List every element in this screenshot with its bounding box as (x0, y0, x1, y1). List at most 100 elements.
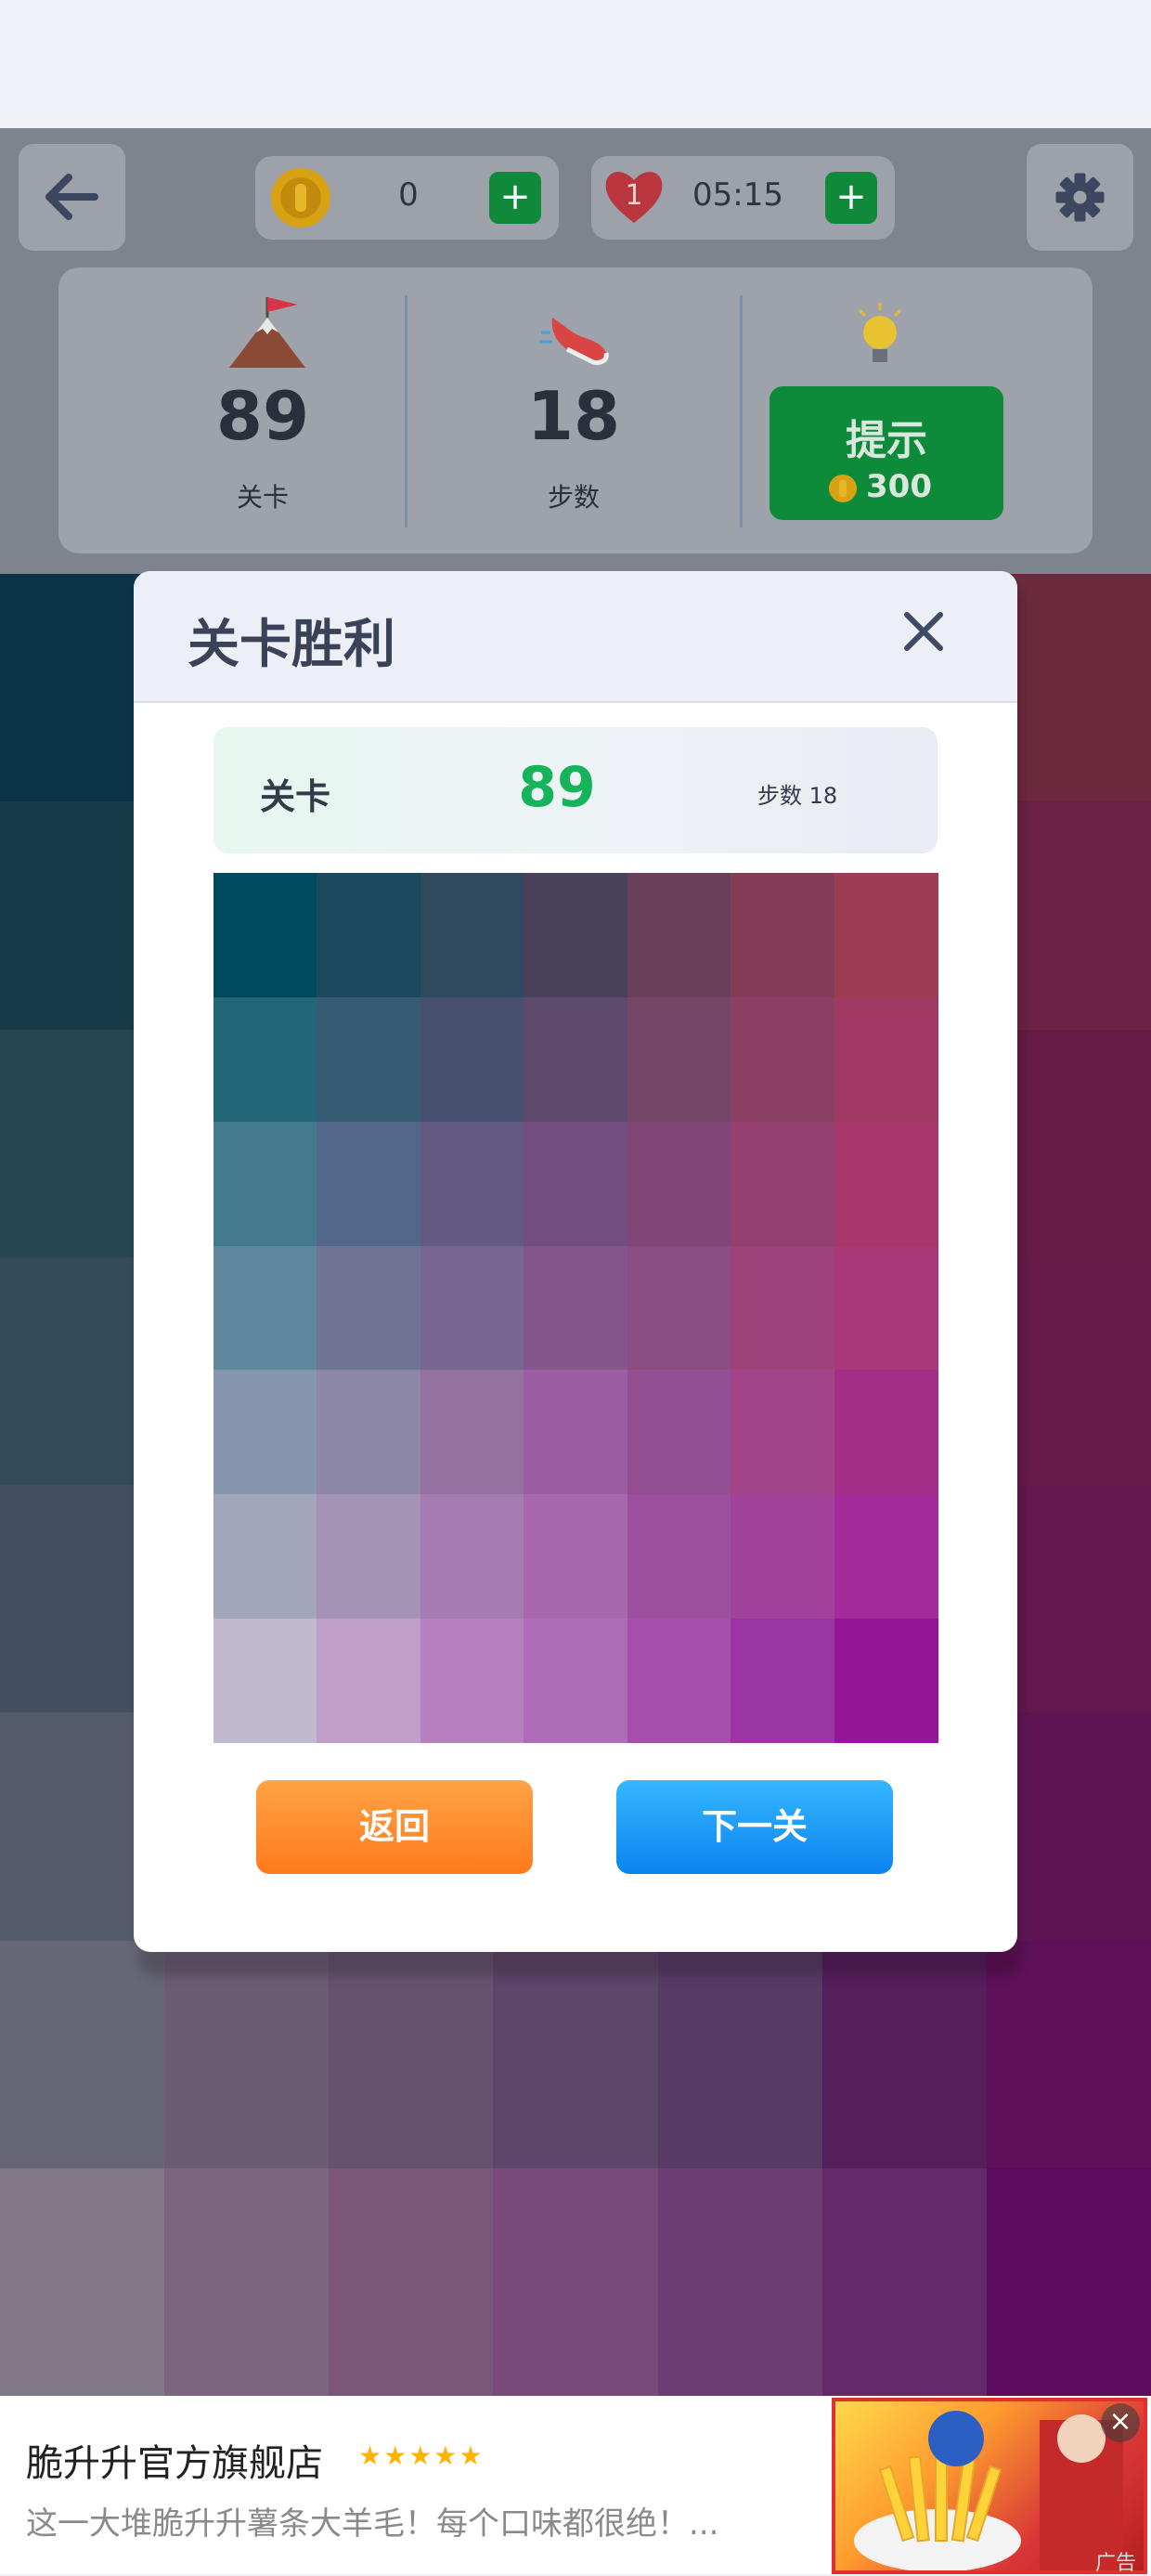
board-tile (657, 2167, 823, 2397)
grid-tile (213, 996, 317, 1122)
grid-tile (317, 873, 421, 997)
grid-tile (834, 1370, 938, 1495)
grid-tile (213, 1245, 317, 1371)
grid-tile (317, 1370, 421, 1495)
grid-tile (317, 1245, 421, 1371)
board-tile (164, 2167, 330, 2397)
return-button[interactable]: 返回 (256, 1780, 533, 1874)
grid-tile (420, 1619, 524, 1744)
divider (740, 295, 743, 527)
heart-icon: 1 (605, 172, 663, 223)
grid-tile (524, 873, 628, 997)
steps-value: 18 (526, 377, 621, 455)
grid-tile (627, 1619, 731, 1744)
grid-tile (420, 1370, 524, 1495)
grid-tile (524, 1370, 628, 1495)
timer-value: 05:15 (692, 176, 783, 214)
board-tile (493, 2167, 659, 2397)
coin-icon (829, 475, 857, 502)
board-tile (821, 2167, 988, 2397)
grid-tile (731, 1494, 835, 1620)
grid-tile (213, 1370, 317, 1495)
grid-tile (524, 996, 628, 1122)
summary-level-value: 89 (518, 755, 596, 820)
gear-icon (1055, 173, 1105, 222)
grid-tile (317, 1121, 421, 1246)
coin-value: 0 (398, 176, 419, 214)
completed-color-grid (213, 873, 938, 1744)
grid-tile (317, 1619, 421, 1744)
grid-tile (834, 1494, 938, 1620)
lightbulb-icon (858, 303, 902, 362)
grid-tile (420, 996, 524, 1122)
dialog-header: 关卡胜利 (134, 571, 1017, 703)
status-bar-area (0, 0, 1151, 128)
mountain-flag-icon (229, 297, 305, 368)
level-value: 89 (215, 377, 310, 455)
hint-button[interactable]: 提示 300 (769, 386, 1003, 520)
grid-tile (834, 996, 938, 1122)
close-button[interactable] (891, 599, 956, 664)
level-summary: 关卡 89 步数 18 (213, 727, 938, 853)
ad-rating: ★★★★★ (358, 2440, 485, 2471)
grid-tile (627, 873, 731, 997)
grid-tile (731, 1121, 835, 1246)
ad-title: 脆升升官方旗舰店 (26, 2442, 323, 2485)
hint-label: 提示 (846, 417, 927, 464)
grid-tile (213, 1494, 317, 1620)
grid-tile (834, 1619, 938, 1744)
grid-tile (731, 1619, 835, 1744)
grid-tile (627, 1121, 731, 1246)
close-icon (904, 612, 943, 651)
hint-cost: 300 (866, 468, 932, 505)
back-button[interactable] (19, 144, 125, 251)
coin-icon (271, 168, 330, 228)
grid-tile (524, 1494, 628, 1620)
settings-button[interactable] (1027, 144, 1133, 251)
grid-tile (420, 873, 524, 997)
next-level-button[interactable]: 下一关 (616, 1780, 893, 1874)
lives-value: 1 (625, 179, 642, 212)
ad-label: 广告 (1095, 2552, 1137, 2575)
add-coins-button[interactable]: + (489, 172, 541, 224)
grid-tile (524, 1619, 628, 1744)
grid-tile (627, 1494, 731, 1620)
lives-counter: 1 05:15 + (591, 156, 895, 240)
board-tile (986, 2167, 1151, 2397)
ad-description: 这一大堆脆升升薯条大羊毛！每个口味都很绝！... (26, 2505, 719, 2543)
grid-tile (420, 1245, 524, 1371)
dialog-title: 关卡胜利 (188, 615, 395, 675)
grid-tile (731, 1245, 835, 1371)
grid-tile (834, 1245, 938, 1371)
grid-tile (420, 1494, 524, 1620)
summary-level-label: 关卡 (260, 776, 331, 817)
grid-tile (524, 1121, 628, 1246)
grid-tile (524, 1245, 628, 1371)
arrow-left-icon (45, 174, 98, 220)
add-lives-button[interactable]: + (825, 172, 877, 224)
grid-tile (627, 1370, 731, 1495)
grid-tile (213, 1619, 317, 1744)
steps-label: 步数 (547, 482, 600, 513)
coin-counter: 0 + (255, 156, 559, 240)
grid-tile (317, 1494, 421, 1620)
grid-tile (213, 1121, 317, 1246)
sneaker-icon (539, 318, 609, 365)
grid-tile (627, 1245, 731, 1371)
grid-tile (834, 1121, 938, 1246)
ad-close-button[interactable]: × (1101, 2403, 1140, 2442)
grid-tile (731, 873, 835, 997)
grid-tile (317, 996, 421, 1122)
level-label: 关卡 (236, 482, 289, 513)
grid-tile (731, 996, 835, 1122)
summary-steps: 步数 18 (757, 783, 838, 809)
grid-tile (834, 873, 938, 997)
board-tile (0, 1940, 165, 2169)
grid-tile (213, 873, 317, 997)
divider (405, 295, 407, 527)
victory-dialog: 关卡胜利 关卡 89 步数 18 返回 下一关 (134, 571, 1017, 1952)
grid-tile (731, 1370, 835, 1495)
stats-card: 89 关卡 18 步数 提示 300 (58, 267, 1093, 553)
grid-tile (420, 1121, 524, 1246)
board-tile (329, 2167, 495, 2397)
